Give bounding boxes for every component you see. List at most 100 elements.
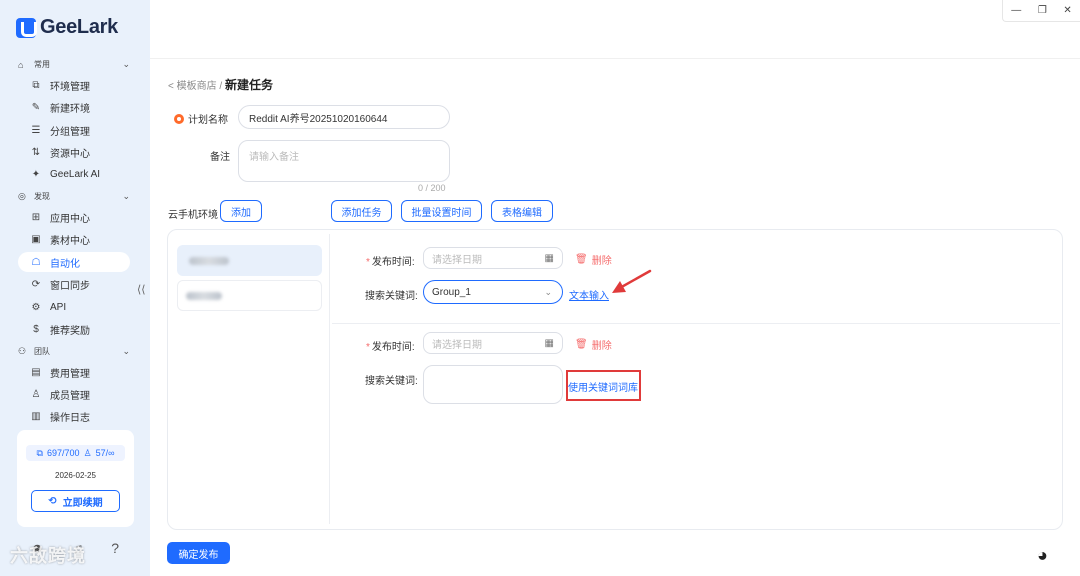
collapse-sidebar-icon[interactable]: ⟨⟨ bbox=[137, 283, 146, 296]
sidebar-item-automation[interactable]: ☖ 自动化 bbox=[18, 252, 130, 272]
billing-icon: ▤ bbox=[31, 366, 41, 378]
close-button[interactable]: ✕ bbox=[1063, 5, 1071, 16]
add-env-button[interactable]: 添加 bbox=[220, 200, 262, 222]
section-common[interactable]: ⌂ 常用 ⌄ bbox=[18, 59, 130, 70]
text-input-link[interactable]: 文本输入 bbox=[569, 287, 609, 302]
sidebar-item-label: 操作日志 bbox=[50, 412, 90, 424]
task1-delete-button[interactable]: 🗑︎ 删除 bbox=[575, 252, 612, 267]
batch-time-button[interactable]: 批量设置时间 bbox=[401, 200, 482, 222]
sidebar-item-label: 资源中心 bbox=[50, 148, 90, 160]
breadcrumb-separator: / bbox=[216, 81, 225, 92]
date-placeholder: 请选择日期 bbox=[432, 254, 482, 266]
minimize-button[interactable]: — bbox=[1011, 5, 1021, 16]
task-divider bbox=[332, 323, 1060, 324]
sidebar-item-referral[interactable]: $ 推荐奖励 bbox=[18, 319, 130, 339]
app-logo[interactable]: GeeLark bbox=[16, 16, 118, 39]
chevron-down-icon: ⌄ bbox=[122, 59, 130, 69]
column-divider bbox=[329, 234, 330, 524]
sidebar-item-env-manage[interactable]: ⧉ 环境管理 bbox=[18, 75, 130, 95]
sidebar-item-resource-center[interactable]: ⇅ 资源中心 bbox=[18, 142, 130, 162]
chevron-down-icon: ⌄ bbox=[544, 286, 552, 297]
resource-icon: ⇅ bbox=[31, 146, 41, 158]
material-icon: ▣ bbox=[31, 233, 41, 245]
sidebar-item-api[interactable]: ⚙ API bbox=[18, 297, 130, 317]
date-placeholder: 请选择日期 bbox=[432, 339, 482, 351]
task2-keyword-textarea[interactable] bbox=[423, 365, 563, 404]
required-star: * bbox=[366, 257, 370, 268]
task1-keyword-select[interactable]: Group_1 ⌄ bbox=[423, 280, 563, 304]
renew-label: 立即续期 bbox=[62, 497, 103, 509]
env-quota: 697/700 bbox=[46, 448, 80, 458]
sidebar: GeeLark ⌂ 常用 ⌄ ⧉ 环境管理 ✎ 新建环境 ☰ 分组管理 ⇅ 资源中心 ✦… bbox=[0, 0, 150, 576]
sidebar-item-members[interactable]: ♙ 成员管理 bbox=[18, 384, 130, 404]
sidebar-item-geelark-ai[interactable]: ✦ GeeLark AI bbox=[18, 164, 130, 184]
calendar-icon: ▦ bbox=[544, 252, 554, 264]
calendar-icon: ▦ bbox=[544, 337, 554, 349]
member-quota: 57/∞ bbox=[95, 448, 115, 458]
sidebar-item-label: 分组管理 bbox=[50, 126, 90, 138]
sidebar-item-group-manage[interactable]: ☰ 分组管理 bbox=[18, 120, 130, 140]
watermark: 六敌跨境 bbox=[10, 546, 86, 566]
sidebar-item-label: 应用中心 bbox=[50, 213, 90, 225]
member-quota-icon: ♙ bbox=[83, 447, 92, 458]
section-label: 团队 bbox=[34, 347, 50, 356]
renew-button[interactable]: ⟲ 立即续期 bbox=[31, 490, 120, 512]
annotation-arrow-icon bbox=[612, 269, 652, 293]
keyword-select-value: Group_1 bbox=[432, 286, 471, 298]
remark-label: 备注 bbox=[210, 152, 230, 163]
add-task-button[interactable]: 添加任务 bbox=[331, 200, 392, 222]
task1-keyword-label: 搜索关键词: bbox=[365, 291, 418, 302]
ai-icon: ✦ bbox=[31, 168, 41, 180]
required-icon bbox=[174, 114, 184, 124]
plan-name-label-text: 计划名称 bbox=[188, 115, 228, 126]
robot-icon: ☖ bbox=[31, 256, 41, 268]
breadcrumb-back-link[interactable]: < 模板商店 bbox=[168, 81, 217, 92]
task2-date-picker[interactable]: 请选择日期 ▦ bbox=[423, 332, 563, 354]
edit-icon: ✎ bbox=[31, 101, 41, 113]
sidebar-item-label: 窗口同步 bbox=[50, 280, 90, 292]
delete-label: 删除 bbox=[591, 256, 612, 267]
required-star: * bbox=[366, 342, 370, 353]
refresh-icon: ⟲ bbox=[48, 495, 57, 507]
task2-delete-button[interactable]: 🗑︎ 删除 bbox=[575, 337, 612, 352]
sidebar-item-logs[interactable]: ▥ 操作日志 bbox=[18, 406, 130, 426]
chevron-down-icon: ⌄ bbox=[122, 346, 130, 356]
task2-keyword-label: 搜索关键词: bbox=[365, 376, 418, 387]
trash-icon: 🗑︎ bbox=[575, 254, 588, 265]
member-icon: ♙ bbox=[31, 388, 41, 400]
publish-time-label-text: 发布时间: bbox=[371, 342, 415, 353]
brand-corner-icon: ◕ bbox=[1037, 545, 1048, 565]
eye-icon: ◎ bbox=[18, 191, 26, 201]
log-icon: ▥ bbox=[31, 410, 41, 422]
section-team[interactable]: ⚇ 团队 ⌄ bbox=[18, 346, 130, 357]
sidebar-item-billing[interactable]: ▤ 费用管理 bbox=[18, 362, 130, 382]
publish-time-label-text: 发布时间: bbox=[371, 257, 415, 268]
list-icon: ☰ bbox=[31, 124, 41, 136]
sidebar-item-window-sync[interactable]: ⟳ 窗口同步 bbox=[18, 274, 130, 294]
cloud-env-label: 云手机环境 bbox=[168, 210, 218, 221]
env-list-item[interactable] bbox=[177, 280, 322, 311]
remark-placeholder: 请输入备注 bbox=[249, 152, 299, 163]
sidebar-item-app-center[interactable]: ⊞ 应用中心 bbox=[18, 207, 130, 227]
table-edit-button[interactable]: 表格编辑 bbox=[491, 200, 553, 222]
sidebar-item-new-env[interactable]: ✎ 新建环境 bbox=[18, 97, 130, 117]
quota-card: ⧉ 697/700 ♙ 57/∞ 2026-02-25 ⟲ 立即续期 bbox=[17, 430, 134, 527]
annotation-highlight-box bbox=[566, 370, 641, 401]
sidebar-item-material-center[interactable]: ▣ 素材中心 bbox=[18, 229, 130, 249]
home-icon: ⌂ bbox=[18, 59, 24, 70]
quota-usage: ⧉ 697/700 ♙ 57/∞ bbox=[26, 445, 125, 461]
restore-button[interactable]: ❐ bbox=[1038, 5, 1047, 16]
section-discover[interactable]: ◎ 发现 ⌄ bbox=[18, 191, 130, 202]
plan-name-input[interactable]: Reddit AI养号20251020160644 bbox=[238, 105, 450, 129]
section-label: 发现 bbox=[34, 192, 50, 201]
sidebar-item-label: 自动化 bbox=[50, 258, 80, 270]
task1-date-picker[interactable]: 请选择日期 ▦ bbox=[423, 247, 563, 269]
remark-textarea[interactable]: 请输入备注 bbox=[238, 140, 450, 182]
window-controls: — ❐ ✕ bbox=[1002, 0, 1080, 22]
confirm-publish-button[interactable]: 确定发布 bbox=[167, 542, 230, 564]
env-list-item-selected[interactable] bbox=[177, 245, 322, 276]
header-divider bbox=[150, 58, 1080, 59]
trash-icon: 🗑︎ bbox=[575, 339, 588, 350]
geelark-logo-icon bbox=[16, 17, 37, 38]
help-icon[interactable]: ? bbox=[111, 540, 119, 556]
